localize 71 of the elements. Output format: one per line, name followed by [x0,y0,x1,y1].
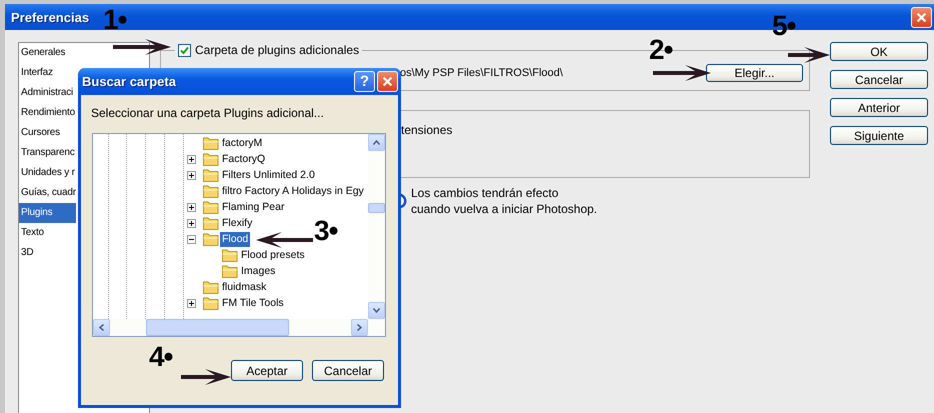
dialog-button[interactable]: OK [830,42,928,61]
category-item[interactable]: Generales [19,43,76,63]
step-number: 1• [103,6,126,34]
scroll-thumb[interactable] [368,203,385,213]
scroll-left-icon[interactable] [93,319,110,336]
step-number: 2• [649,36,672,64]
checkbox[interactable] [178,44,191,56]
folder-name[interactable]: factoryM [220,136,264,150]
folder-icon [203,184,219,198]
folder-name[interactable]: Flaming Pear [220,200,286,214]
scroll-right-icon[interactable] [351,319,368,336]
collapse-icon[interactable] [187,234,196,244]
close-button[interactable] [377,71,398,92]
close-icon [382,76,393,87]
category-item[interactable]: Administraci [19,83,76,103]
category-item[interactable]: Texto [19,223,76,243]
step-number: 4• [149,343,172,371]
folder-icon [222,264,238,278]
category-item[interactable]: Rendimiento [19,103,76,123]
folder-icon [203,296,219,310]
expand-icon[interactable] [187,218,196,228]
folder-name[interactable]: Flood presets [239,248,307,262]
folder-icon [203,280,219,294]
scroll-thumb[interactable] [146,319,289,336]
folder-icon [203,232,219,246]
folder-name[interactable]: FactoryQ [220,152,268,166]
dialog-button[interactable]: Aceptar [231,360,303,381]
dialog-button[interactable]: Cancelar [830,70,928,89]
help-button[interactable]: ? [354,71,375,92]
dialog-prompt: Seleccionar una carpeta Plugins adicional... [91,106,325,120]
folder-icon [203,168,219,182]
expand-icon[interactable] [187,298,196,308]
expand-icon[interactable] [187,170,196,180]
horizontal-scrollbar[interactable] [93,319,385,336]
folder-name[interactable]: Flexify [220,216,254,230]
expand-icon[interactable] [187,202,196,212]
category-item[interactable]: Transparenc [19,143,76,163]
folder-icon [203,200,219,214]
folder-icon [203,152,219,166]
dialog-button[interactable]: Cancelar [312,360,384,381]
folder-name[interactable]: FM Tile Tools [220,296,286,310]
folder-name[interactable]: Images [239,264,278,278]
checkbox-label: Carpeta de plugins adicionales [195,43,360,57]
folder-name[interactable]: fluidmask [220,280,268,294]
dialog-title: Buscar carpeta [82,74,176,89]
folder-name[interactable]: Flood [220,232,250,246]
scroll-up-icon[interactable] [368,134,385,151]
vertical-scrollbar[interactable] [368,134,385,319]
folder-icon [203,216,219,230]
close-icon [916,12,927,22]
window-title: Preferencias [11,10,90,24]
folder-icon [222,248,238,262]
folder-icon [203,136,219,150]
category-item[interactable]: 3D [19,243,76,263]
category-item[interactable]: Cursores [19,123,76,143]
restart-notice: Los cambios tendrán efecto cuando vuelva a iniciar Photoshop. [411,185,598,217]
folder-name[interactable]: filtro Factory A Holidays in Egy [220,184,366,198]
expand-icon[interactable] [187,154,196,164]
scroll-down-icon[interactable] [368,302,385,319]
category-item[interactable]: Unidades y r [19,163,76,183]
close-button[interactable] [911,6,932,28]
category-item[interactable]: Plugins [19,203,76,223]
dialog-button[interactable]: Siguiente [830,126,928,145]
step-number: 3• [314,217,338,245]
dialog-button[interactable]: Anterior [830,98,928,117]
group-text: tensiones [401,123,452,139]
folder-name[interactable]: Filters Unlimited 2.0 [220,168,317,182]
folder-path: os\My PSP Files\FILTROS\Flood\ [400,67,563,79]
choose-button[interactable]: Elegir... [706,64,803,82]
category-item[interactable]: Interfaz [19,63,76,83]
category-item[interactable]: Guías, cuadr [19,183,76,203]
